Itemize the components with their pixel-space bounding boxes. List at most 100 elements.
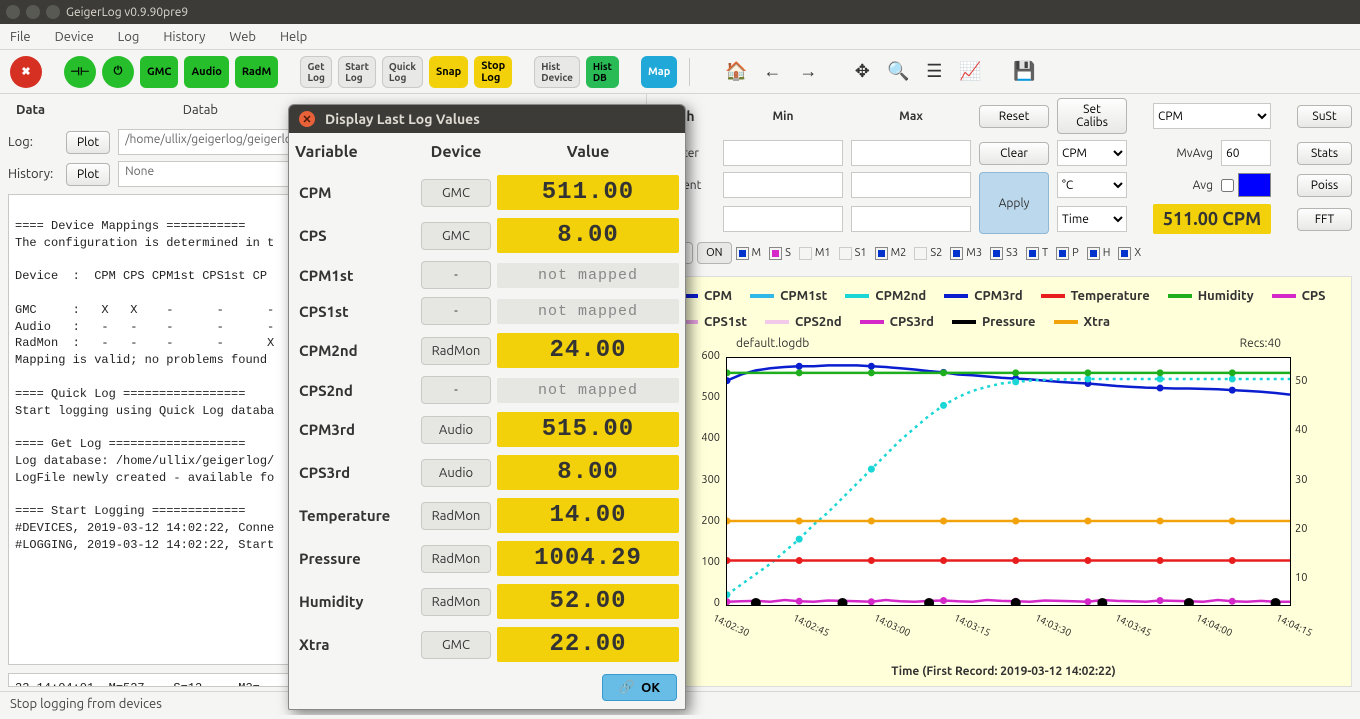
check-P[interactable] [1056, 247, 1069, 260]
home-icon[interactable]: 🏠 [721, 61, 751, 82]
value-cell: 1004.29 [497, 541, 679, 576]
back-icon[interactable]: ← [757, 61, 787, 82]
connect-icon[interactable]: ⊣⊢ [64, 56, 96, 88]
dialog-title: Display Last Log Values [325, 111, 480, 127]
poiss-button[interactable]: Poiss [1297, 174, 1352, 197]
reset-button[interactable]: Reset [979, 105, 1049, 128]
dialog-row: CPS2nd - not mapped [289, 372, 685, 408]
value-cell: 515.00 [497, 412, 679, 447]
var-name: CPM3rd [295, 421, 415, 438]
apply-button[interactable]: Apply [979, 172, 1049, 234]
value-cell: 8.00 [497, 218, 679, 253]
check-X[interactable] [1118, 247, 1131, 260]
menu-file[interactable]: File [10, 30, 31, 44]
time-select[interactable]: Time [1057, 206, 1127, 232]
on-button[interactable]: ON [697, 242, 731, 264]
hist-db-button[interactable]: Hist DB [586, 56, 619, 88]
pan-icon[interactable]: ✥ [847, 61, 877, 82]
col-variable: Variable [295, 143, 415, 161]
mvavg-label: MvAvg [1153, 147, 1213, 160]
device-cell: GMC [421, 179, 491, 207]
check-M1[interactable] [799, 247, 812, 260]
temp-unit-select[interactable]: °C [1057, 172, 1127, 198]
min-label: Min [723, 110, 843, 123]
plot-log-button[interactable]: Plot [66, 131, 110, 154]
chart-icon[interactable]: 📈 [955, 61, 985, 82]
plot-box [726, 357, 1291, 606]
legend-swatch-CPS [1272, 294, 1296, 298]
status-text: Stop logging from devices [10, 697, 162, 711]
time-max-input[interactable] [851, 206, 971, 232]
device-cell: - [421, 261, 491, 289]
map-button[interactable]: Map [641, 56, 677, 88]
dialog-ok-button[interactable]: 🔗 OK [602, 674, 677, 701]
ambient-min-input[interactable] [723, 172, 843, 198]
max-label: Max [851, 110, 971, 123]
check-S1[interactable] [839, 247, 852, 260]
value-cell: 24.00 [497, 333, 679, 368]
get-log-button[interactable]: Get Log [300, 56, 332, 88]
set-calibs-button[interactable]: Set Calibs [1057, 98, 1127, 134]
start-log-button[interactable]: Start Log [338, 56, 376, 88]
check-M3[interactable] [950, 247, 963, 260]
gmc-button[interactable]: GMC [140, 56, 178, 88]
clear-button[interactable]: Clear [979, 142, 1049, 165]
stats-button[interactable]: Stats [1297, 142, 1352, 165]
power-icon[interactable]: ⏻ [102, 56, 134, 88]
exit-button[interactable]: ✖ [10, 56, 42, 88]
database-label: Datab [183, 103, 218, 117]
history-label: History: [8, 167, 58, 181]
dialog-row: CPM3rd Audio 515.00 [289, 408, 685, 451]
fft-button[interactable]: FFT [1297, 208, 1352, 231]
chart-title-left: default.logdb [736, 337, 809, 350]
counter-max-input[interactable] [851, 140, 971, 166]
check-S2[interactable] [914, 247, 927, 260]
check-S3[interactable] [990, 247, 1003, 260]
ambient-max-input[interactable] [851, 172, 971, 198]
x-axis-label: Time (First Record: 2019-03-12 14:02:22) [656, 665, 1351, 678]
menu-history[interactable]: History [163, 30, 205, 44]
maximize-window-icon[interactable] [46, 5, 60, 19]
cpm-select[interactable]: CPM [1153, 103, 1271, 129]
chart-svg [727, 358, 1290, 605]
radm-button[interactable]: RadM [235, 56, 278, 88]
value-cell: not mapped [497, 299, 679, 324]
plot-history-button[interactable]: Plot [66, 163, 110, 186]
minimize-window-icon[interactable] [26, 5, 40, 19]
var-name: Pressure [295, 550, 415, 567]
color-swatch[interactable] [1238, 173, 1271, 197]
dialog-row: CPS3rd Audio 8.00 [289, 451, 685, 494]
legend-swatch-Xtra [1054, 320, 1078, 324]
mvavg-input[interactable] [1221, 140, 1271, 166]
legend-swatch-CPS3rd [860, 320, 884, 324]
snap-button[interactable]: Snap [429, 56, 468, 88]
menu-log[interactable]: Log [118, 30, 140, 44]
cpm2-select[interactable]: CPM [1057, 140, 1127, 166]
check-M[interactable] [736, 247, 749, 260]
dialog-close-icon[interactable]: ✕ [299, 111, 315, 127]
hist-device-button[interactable]: Hist Device [534, 56, 580, 88]
stop-log-button[interactable]: Stop Log [474, 56, 512, 88]
quick-log-button[interactable]: Quick Log [382, 56, 423, 88]
time-min-input[interactable] [723, 206, 843, 232]
value-cell: 14.00 [497, 498, 679, 533]
forward-icon[interactable]: → [793, 61, 823, 82]
save-icon[interactable]: 💾 [1009, 61, 1039, 82]
menu-help[interactable]: Help [280, 30, 307, 44]
settings-icon[interactable]: ☰ [919, 61, 949, 82]
check-H[interactable] [1087, 247, 1100, 260]
sust-button[interactable]: SuSt [1297, 105, 1352, 128]
log-label: Log: [8, 135, 58, 149]
counter-min-input[interactable] [723, 140, 843, 166]
dialog-row: Humidity RadMon 52.00 [289, 580, 685, 623]
check-M2[interactable] [875, 247, 888, 260]
avg-label: Avg [1153, 179, 1213, 192]
menu-device[interactable]: Device [55, 30, 94, 44]
zoom-icon[interactable]: 🔍 [883, 61, 913, 82]
audio-button[interactable]: Audio [184, 56, 228, 88]
check-S[interactable] [769, 247, 782, 260]
check-T[interactable] [1026, 247, 1039, 260]
close-window-icon[interactable] [6, 5, 20, 19]
avg-checkbox[interactable] [1221, 179, 1234, 192]
menu-web[interactable]: Web [229, 30, 256, 44]
